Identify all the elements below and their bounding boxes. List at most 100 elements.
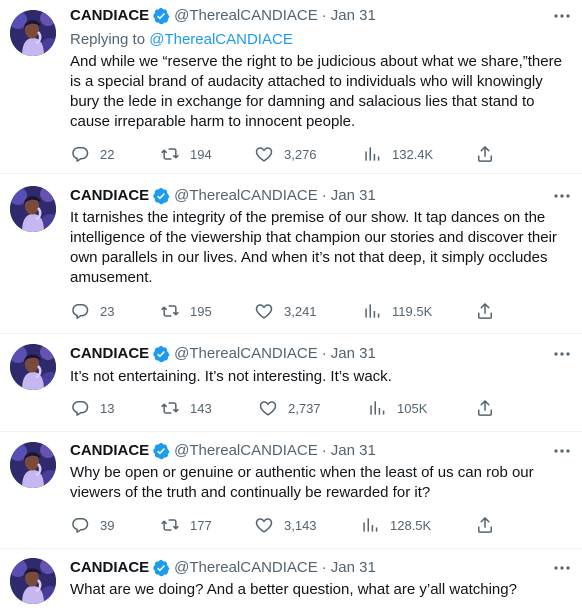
heart-icon xyxy=(258,398,278,418)
like-button[interactable]: 3,276 xyxy=(254,144,317,164)
tweet-header: CANDIACE @TherealCANDIACE · Jan 31 xyxy=(70,441,376,461)
reply-icon xyxy=(70,398,90,418)
replying-to: Replying to @TherealCANDIACE xyxy=(70,30,293,50)
separator-dot: · xyxy=(321,345,327,362)
avatar[interactable] xyxy=(10,558,56,604)
retweet-button[interactable]: 143 xyxy=(160,398,212,418)
retweet-icon xyxy=(160,144,180,164)
reply-button[interactable]: 22 xyxy=(70,144,114,164)
tweet-text: And while we “reserve the right to be ju… xyxy=(70,53,562,130)
more-options-icon[interactable] xyxy=(552,441,572,461)
views-button[interactable]: 128.5K xyxy=(360,515,431,535)
display-name[interactable]: CANDIACE xyxy=(70,6,149,26)
views-count: 105K xyxy=(397,400,428,416)
share-button[interactable] xyxy=(475,144,495,164)
views-count: 128.5K xyxy=(390,517,432,533)
avatar[interactable] xyxy=(10,344,56,390)
share-button[interactable] xyxy=(475,515,495,535)
user-handle[interactable]: @TherealCANDIACE xyxy=(174,441,318,461)
separator-dot: · xyxy=(321,442,327,459)
more-options-icon[interactable] xyxy=(552,344,572,364)
share-icon xyxy=(475,144,495,164)
user-handle[interactable]: @TherealCANDIACE xyxy=(174,186,318,206)
more-options-icon[interactable] xyxy=(552,6,572,26)
share-button[interactable] xyxy=(475,398,495,418)
views-button[interactable]: 105K xyxy=(367,398,427,418)
display-name[interactable]: CANDIACE xyxy=(70,558,149,578)
timestamp[interactable]: Jan 31 xyxy=(331,6,376,26)
tweet[interactable]: CANDIACE @TherealCANDIACE · Jan 31 What … xyxy=(0,549,582,612)
user-handle[interactable]: @TherealCANDIACE xyxy=(174,558,318,578)
more-options-icon[interactable] xyxy=(552,186,572,206)
views-count: 119.5K xyxy=(392,303,433,319)
retweet-button[interactable]: 177 xyxy=(160,515,212,535)
like-button[interactable]: 2,737 xyxy=(258,398,321,418)
retweet-count: 194 xyxy=(190,146,212,162)
timestamp[interactable]: Jan 31 xyxy=(331,186,376,206)
reply-button[interactable]: 39 xyxy=(70,515,114,535)
user-handle[interactable]: @TherealCANDIACE xyxy=(174,6,318,26)
retweet-button[interactable]: 194 xyxy=(160,144,212,164)
reply-count: 23 xyxy=(100,303,115,319)
retweet-icon xyxy=(160,398,180,418)
timestamp[interactable]: Jan 31 xyxy=(331,344,376,364)
views-button[interactable]: 132.4K xyxy=(362,144,433,164)
like-button[interactable]: 3,241 xyxy=(254,301,317,321)
retweet-button[interactable]: 195 xyxy=(160,301,212,321)
separator-dot: · xyxy=(321,187,327,204)
separator-dot: · xyxy=(321,7,327,24)
avatar[interactable] xyxy=(10,10,56,56)
tweet-actions: 13 143 2,737 105K xyxy=(70,398,500,418)
reply-count: 39 xyxy=(100,517,115,533)
tweet[interactable]: CANDIACE @TherealCANDIACE · Jan 31 It’s … xyxy=(0,334,582,431)
views-button[interactable]: 119.5K xyxy=(362,301,432,321)
reply-count: 13 xyxy=(100,400,115,416)
verified-badge-icon xyxy=(152,345,170,363)
replying-to-label: Replying to xyxy=(70,31,150,48)
share-icon xyxy=(475,301,495,321)
tweet-header: CANDIACE @TherealCANDIACE · Jan 31 xyxy=(70,186,376,206)
tweet[interactable]: CANDIACE @TherealCANDIACE · Jan 31 Reply… xyxy=(0,0,582,173)
views-count: 132.4K xyxy=(392,146,434,162)
reply-icon xyxy=(70,144,90,164)
retweet-icon xyxy=(160,515,180,535)
like-button[interactable]: 3,143 xyxy=(254,515,317,535)
verified-badge-icon xyxy=(152,559,170,577)
timestamp[interactable]: Jan 31 xyxy=(331,441,376,461)
reply-icon xyxy=(70,515,90,535)
reply-count: 22 xyxy=(100,146,115,162)
display-name[interactable]: CANDIACE xyxy=(70,186,149,206)
tweet-text: Why be open or genuine or authentic when… xyxy=(70,464,534,501)
tweet[interactable]: CANDIACE @TherealCANDIACE · Jan 31 Why b… xyxy=(0,432,582,548)
separator-dot: · xyxy=(321,559,327,576)
tweet-actions: 23 195 3,241 119.5K xyxy=(70,301,500,321)
reply-button[interactable]: 13 xyxy=(70,398,114,418)
avatar[interactable] xyxy=(10,186,56,232)
retweet-count: 143 xyxy=(190,400,212,416)
views-chart-icon xyxy=(362,144,382,164)
tweet-actions: 39 177 3,143 128.5K xyxy=(70,515,500,535)
tweet-text: It tarnishes the integrity of the premis… xyxy=(70,209,557,286)
like-count: 2,737 xyxy=(288,400,321,416)
heart-icon xyxy=(254,301,274,321)
more-options-icon[interactable] xyxy=(552,558,572,578)
timestamp[interactable]: Jan 31 xyxy=(331,558,376,578)
reply-button[interactable]: 23 xyxy=(70,301,114,321)
views-chart-icon xyxy=(367,398,387,418)
display-name[interactable]: CANDIACE xyxy=(70,441,149,461)
verified-badge-icon xyxy=(152,442,170,460)
tweet-header: CANDIACE @TherealCANDIACE · Jan 31 xyxy=(70,6,376,26)
retweet-icon xyxy=(160,301,180,321)
retweet-count: 195 xyxy=(190,303,212,319)
tweet-actions: 22 194 3,276 132.4K xyxy=(70,144,500,164)
avatar[interactable] xyxy=(10,442,56,488)
tweet[interactable]: CANDIACE @TherealCANDIACE · Jan 31 It ta… xyxy=(0,174,582,333)
display-name[interactable]: CANDIACE xyxy=(70,344,149,364)
heart-icon xyxy=(254,515,274,535)
verified-badge-icon xyxy=(152,187,170,205)
views-chart-icon xyxy=(362,301,382,321)
share-button[interactable] xyxy=(475,301,495,321)
user-handle[interactable]: @TherealCANDIACE xyxy=(174,344,318,364)
verified-badge-icon xyxy=(152,7,170,25)
replying-to-mention[interactable]: @TherealCANDIACE xyxy=(149,31,293,48)
